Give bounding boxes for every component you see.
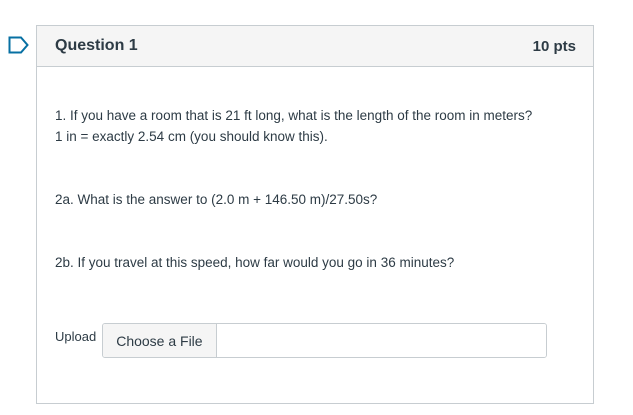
question-header: Question 1 10 pts (37, 26, 593, 67)
question-part-2a: 2a. What is the answer to (2.0 m + 146.5… (55, 192, 378, 207)
upload-row: Upload Choose a File (55, 323, 548, 358)
question-part-1: 1. If you have a room that is 21 ft long… (55, 105, 575, 147)
flag-question-icon[interactable] (8, 36, 30, 54)
choose-file-button[interactable]: Choose a File (103, 324, 217, 357)
file-name-field[interactable] (216, 324, 547, 357)
upload-label: Upload (55, 329, 97, 344)
question-part-1-line-2: 1 in = exactly 2.54 cm (you should know … (55, 129, 328, 144)
question-part-2b: 2b. If you travel at this speed, how far… (55, 255, 455, 270)
question-part-1-line-1: 1. If you have a room that is 21 ft long… (55, 108, 533, 123)
file-upload-control[interactable]: Choose a File (102, 323, 548, 358)
question-card: Question 1 10 pts 1. If you have a room … (36, 25, 594, 404)
question-points: 10 pts (532, 37, 576, 55)
question-title: Question 1 (55, 37, 138, 54)
question-text: 1. If you have a room that is 21 ft long… (37, 67, 593, 273)
